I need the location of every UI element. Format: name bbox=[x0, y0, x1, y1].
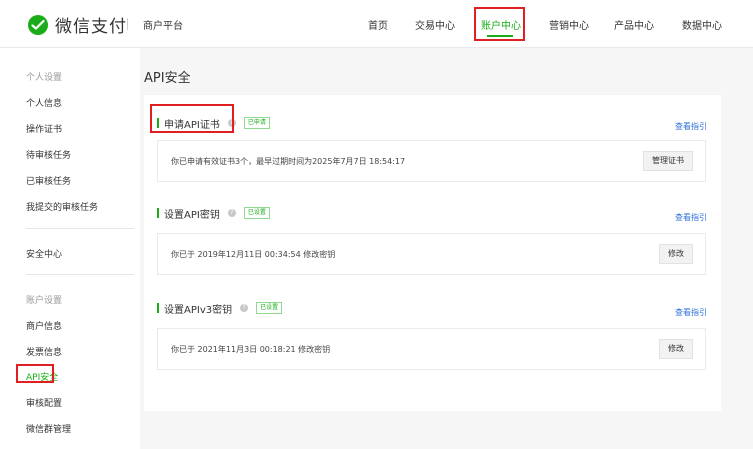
sidebar-item-review-config[interactable]: 审核配置 bbox=[26, 396, 62, 409]
sidebar-highlight-box bbox=[16, 364, 54, 383]
status-badge: 已设置 bbox=[256, 302, 283, 314]
manage-certificate-button[interactable]: 管理证书 bbox=[643, 151, 693, 171]
sidebar-divider bbox=[26, 274, 134, 275]
modify-api-key-button[interactable]: 修改 bbox=[659, 244, 693, 264]
info-text: 你已于 2019年12月11日 00:34:54 修改密钥 bbox=[171, 250, 336, 259]
sidebar-item-reviewed-tasks[interactable]: 已审核任务 bbox=[26, 174, 71, 187]
section-header-api-key: 设置API密钥 ? 已设置 bbox=[157, 206, 270, 221]
section-accent-bar bbox=[157, 303, 159, 313]
nav-item-home[interactable]: 首页 bbox=[368, 17, 388, 32]
status-badge: 已设置 bbox=[243, 207, 270, 219]
question-circle-icon[interactable]: ? bbox=[240, 304, 249, 312]
sidebar-item-pending-tasks[interactable]: 待审核任务 bbox=[26, 148, 71, 161]
status-badge: 已申请 bbox=[243, 117, 270, 129]
modify-apiv3-key-button[interactable]: 修改 bbox=[659, 339, 693, 359]
api-security-panel: 申请API证书 ? 已申请 查看指引 你已申请有效证书3个，最早过期时间为202… bbox=[144, 95, 721, 411]
nav-item-marketing[interactable]: 营销中心 bbox=[549, 17, 589, 32]
section-title: 设置APIv3密钥 bbox=[164, 304, 233, 316]
question-circle-icon[interactable]: ? bbox=[227, 209, 236, 217]
info-box-api-cert: 你已申请有效证书3个，最早过期时间为2025年7月7日 18:54:17 管理证… bbox=[157, 140, 706, 182]
info-box-api-key: 你已于 2019年12月11日 00:34:54 修改密钥 修改 bbox=[157, 233, 706, 275]
sidebar-item-invoice-info[interactable]: 发票信息 bbox=[26, 345, 62, 358]
top-header: 微信支付 商户平台 首页 交易中心 账户中心 营销中心 产品中心 数据中心 bbox=[0, 0, 753, 48]
sidebar-divider bbox=[26, 228, 134, 229]
view-guide-link[interactable]: 查看指引 bbox=[675, 307, 707, 318]
section-highlight-box bbox=[150, 104, 234, 133]
info-box-apiv3-key: 你已于 2021年11月3日 00:18:21 修改密钥 修改 bbox=[157, 328, 706, 370]
main-nav: 首页 交易中心 账户中心 营销中心 产品中心 数据中心 bbox=[0, 0, 753, 48]
sidebar-item-merchant-info[interactable]: 商户信息 bbox=[26, 319, 62, 332]
sidebar-group-account: 账户设置 bbox=[26, 296, 63, 306]
nav-highlight-box bbox=[474, 7, 525, 41]
nav-item-product[interactable]: 产品中心 bbox=[614, 17, 654, 32]
section-title: 设置API密钥 bbox=[164, 209, 220, 221]
main-content: API安全 申请API证书 ? 已申请 查看指引 你已申请有效证书3个，最早过期… bbox=[140, 48, 753, 449]
sidebar-item-wechat-group[interactable]: 微信群管理 bbox=[26, 422, 71, 435]
sidebar-group-personal: 个人设置 bbox=[26, 73, 63, 83]
sidebar-item-security-center[interactable]: 安全中心 bbox=[26, 247, 62, 260]
view-guide-link[interactable]: 查看指引 bbox=[675, 121, 707, 132]
nav-item-trade[interactable]: 交易中心 bbox=[415, 17, 455, 32]
info-text: 你已于 2021年11月3日 00:18:21 修改密钥 bbox=[171, 345, 331, 354]
nav-item-data[interactable]: 数据中心 bbox=[682, 17, 722, 32]
section-header-apiv3-key: 设置APIv3密钥 ? 已设置 bbox=[157, 301, 283, 316]
info-text: 你已申请有效证书3个，最早过期时间为2025年7月7日 18:54:17 bbox=[171, 157, 406, 166]
page-title: API安全 bbox=[144, 71, 191, 86]
view-guide-link[interactable]: 查看指引 bbox=[675, 212, 707, 223]
sidebar-item-my-submitted-tasks[interactable]: 我提交的审核任务 bbox=[26, 200, 98, 213]
sidebar-item-certificate[interactable]: 操作证书 bbox=[26, 122, 62, 135]
sidebar: 个人设置 个人信息 操作证书 待审核任务 已审核任务 我提交的审核任务 安全中心… bbox=[0, 48, 140, 449]
sidebar-item-personal-info[interactable]: 个人信息 bbox=[26, 96, 62, 109]
section-accent-bar bbox=[157, 208, 159, 218]
